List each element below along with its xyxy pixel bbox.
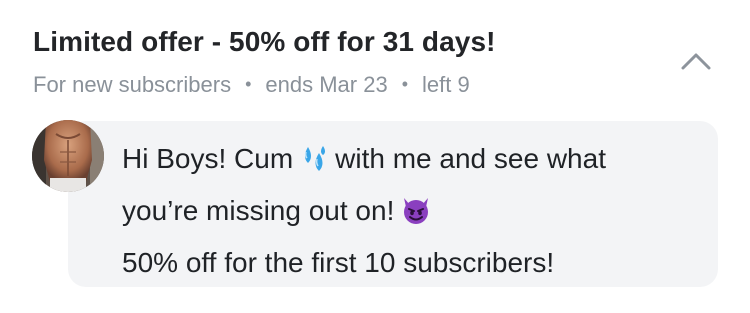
collapse-button[interactable] [676, 46, 716, 76]
sweat-droplets-icon [299, 142, 329, 188]
message-line-2: you’re missing out on! [122, 188, 712, 240]
chevron-up-icon [681, 53, 711, 70]
smiling-devil-icon [400, 194, 432, 240]
message-text: Hi Boys! Cum with me and see what you’re… [122, 136, 712, 286]
meta-separator: • [245, 74, 252, 94]
offer-audience: For new subscribers [33, 72, 232, 97]
meta-separator: • [401, 74, 408, 94]
offer-end-date: ends Mar 23 [265, 72, 388, 97]
offer-meta: For new subscribers • ends Mar 23 • left… [33, 72, 470, 98]
message-line-1: Hi Boys! Cum with me and see what [122, 136, 712, 188]
offer-title: Limited offer - 50% off for 31 days! [33, 26, 496, 57]
message-line-3: 50% off for the first 10 subscribers! [122, 247, 555, 278]
avatar[interactable] [32, 120, 104, 192]
offer-remaining-count: left 9 [422, 72, 470, 97]
